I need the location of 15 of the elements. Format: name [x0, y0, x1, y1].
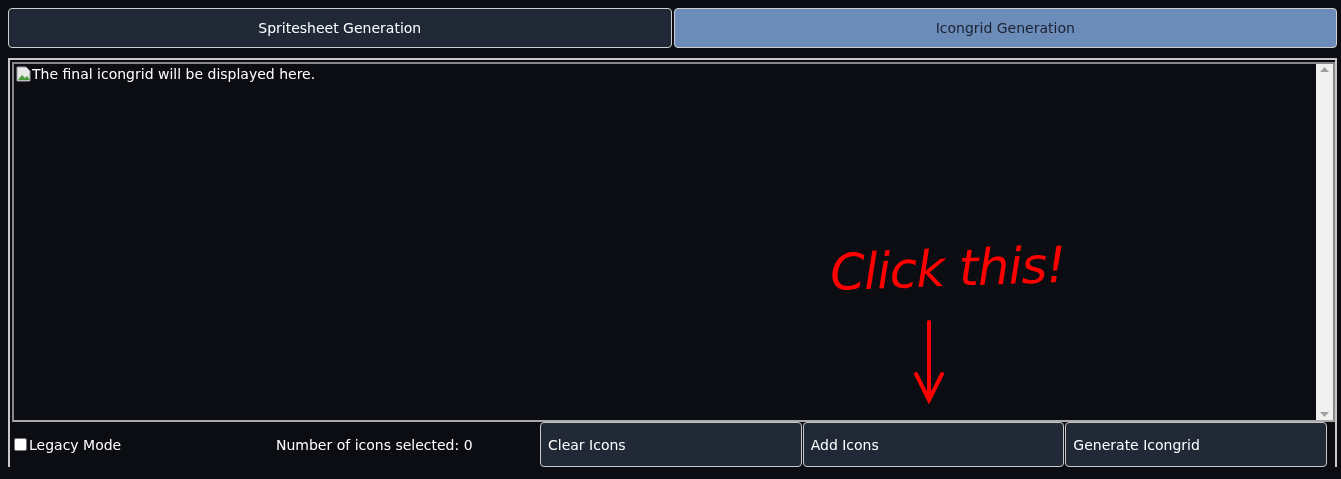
checkbox-label: Legacy Mode: [29, 436, 122, 453]
scroll-down-icon[interactable]: [1320, 412, 1329, 417]
icon-count-text: Number of icons selected: 0: [276, 436, 474, 453]
action-button[interactable]: Add Icons: [802, 422, 1065, 467]
scroll-up-icon[interactable]: [1320, 67, 1329, 72]
tab[interactable]: Spritesheet Generation: [8, 8, 672, 48]
scrollbar[interactable]: [1316, 64, 1333, 420]
image-alt-text: The final icongrid will be displayed here.: [32, 66, 316, 82]
checkbox[interactable]: [14, 438, 27, 451]
arrow-icon: [912, 320, 946, 404]
handwritten-note: Click this!: [829, 235, 1067, 303]
broken-image-icon: [16, 66, 32, 82]
action-button[interactable]: Clear Icons: [540, 422, 802, 467]
action-button[interactable]: Generate Icongrid: [1065, 422, 1327, 467]
tab[interactable]: Icongrid Generation: [673, 8, 1337, 48]
